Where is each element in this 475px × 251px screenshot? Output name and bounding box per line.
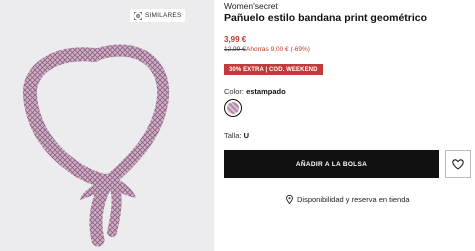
similares-button[interactable]: SIMILARES bbox=[130, 9, 186, 22]
color-value: estampado bbox=[246, 87, 286, 96]
add-to-bag-button[interactable]: AÑADIR A LA BOLSA bbox=[224, 150, 439, 178]
color-prefix: Color: bbox=[224, 87, 247, 96]
size-label: Talla: U bbox=[224, 131, 249, 140]
scarf-illustration bbox=[22, 44, 169, 247]
similares-label: SIMILARES bbox=[145, 12, 182, 19]
size-value: U bbox=[243, 131, 250, 140]
color-swatch-estampado[interactable] bbox=[224, 99, 242, 117]
scan-icon bbox=[134, 11, 142, 20]
size-prefix: Talla: bbox=[224, 131, 244, 140]
original-price: 12,99 € bbox=[224, 46, 246, 53]
wishlist-button[interactable] bbox=[445, 150, 471, 178]
savings-text: Ahorras 9,00 € (-69%) bbox=[246, 46, 310, 53]
promo-badge: 30% EXTRA | COD. WEEKEND bbox=[224, 64, 323, 75]
location-pin-icon bbox=[286, 195, 293, 204]
heart-icon bbox=[452, 158, 464, 170]
brand-name: Women'secret bbox=[224, 1, 278, 11]
current-price: 3,99 € bbox=[224, 35, 247, 44]
store-availability-link[interactable]: Disponibilidad y reserva en tienda bbox=[286, 195, 410, 204]
product-title: Pañuelo estilo bandana print geométrico bbox=[224, 12, 428, 24]
product-image[interactable]: SIMILARES bbox=[0, 0, 214, 251]
color-label: Color: estampado bbox=[224, 87, 286, 96]
store-availability-label: Disponibilidad y reserva en tienda bbox=[297, 195, 410, 204]
